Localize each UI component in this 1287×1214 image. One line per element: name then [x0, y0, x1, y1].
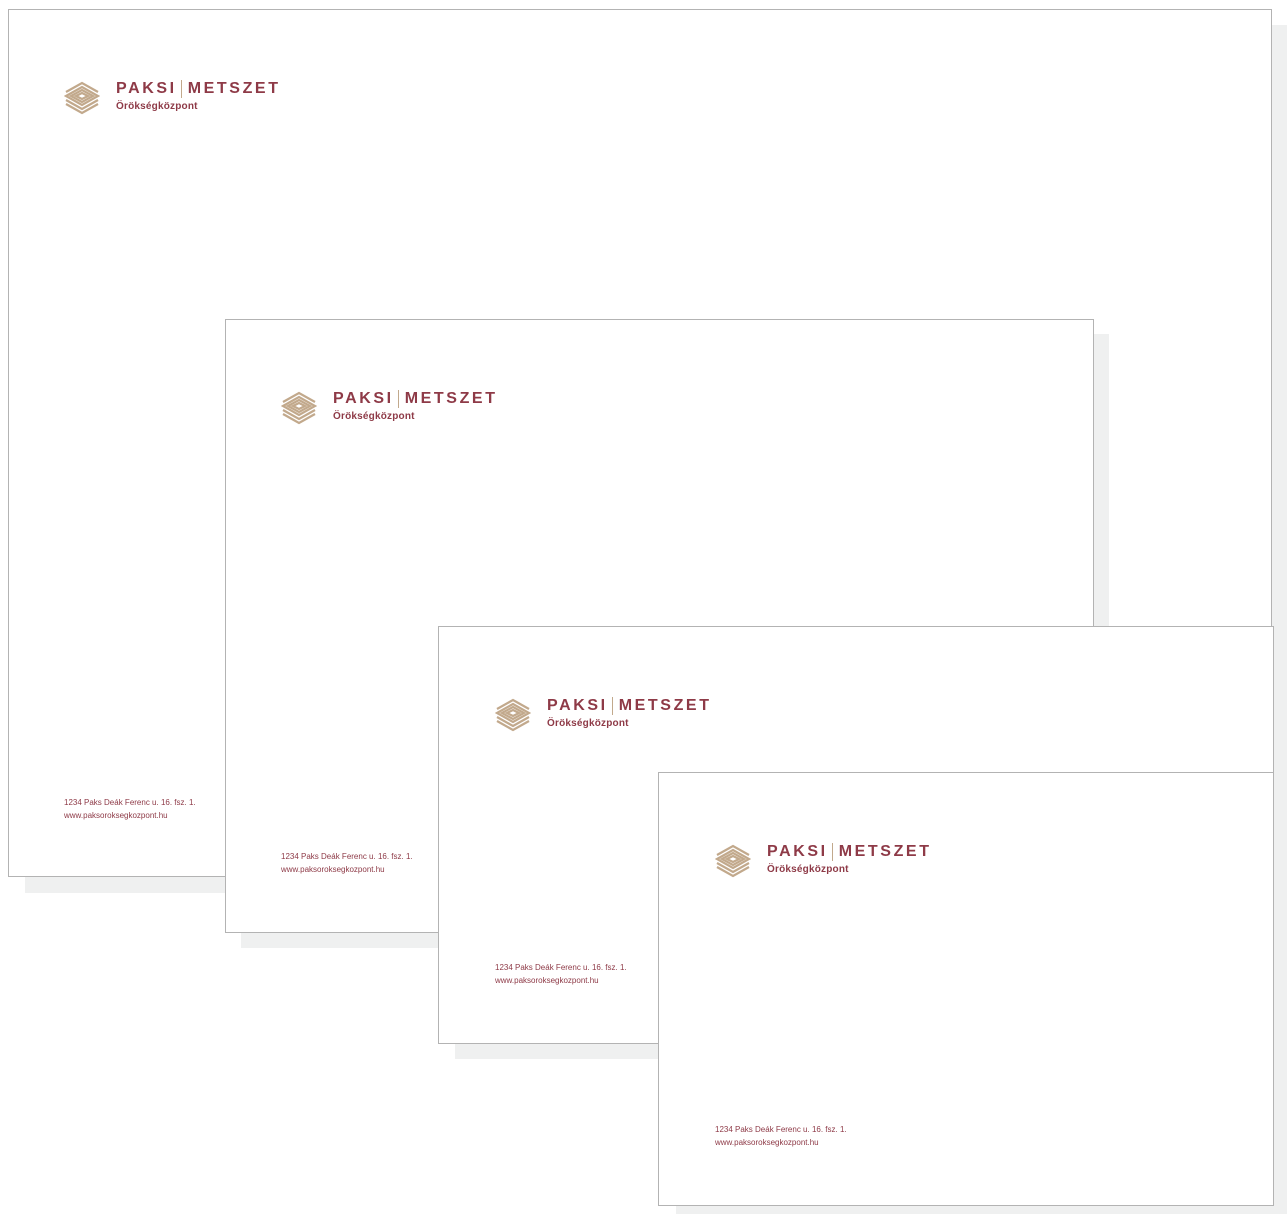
brand-name-left: PAKSI [333, 390, 394, 407]
contact-address: 1234 Paks Deák Ferenc u. 16. fsz. 1. [715, 1125, 847, 1134]
brand-logo: PAKSI METSZET Örökségközpont [64, 76, 281, 116]
brand-name-left: PAKSI [547, 697, 608, 714]
stacked-layers-icon [281, 391, 317, 425]
brand-name-left: PAKSI [116, 80, 177, 97]
stacked-layers-icon [715, 844, 751, 878]
contact-block: 1234 Paks Deák Ferenc u. 16. fsz. 1. www… [495, 961, 627, 987]
contact-address: 1234 Paks Deák Ferenc u. 16. fsz. 1. [64, 798, 196, 807]
brand-logo: PAKSI METSZET Örökségközpont [495, 693, 712, 733]
contact-website: www.paksoroksegkozpont.hu [495, 976, 599, 985]
brand-separator [611, 697, 613, 715]
brand-logo: PAKSI METSZET Örökségközpont [281, 386, 498, 426]
contact-block: 1234 Paks Deák Ferenc u. 16. fsz. 1. www… [715, 1123, 847, 1149]
brand-subtitle: Örökségközpont [116, 101, 198, 112]
brand-name-right: METSZET [618, 697, 712, 714]
brand-name-right: METSZET [838, 843, 932, 860]
contact-website: www.paksoroksegkozpont.hu [715, 1138, 819, 1147]
contact-website: www.paksoroksegkozpont.hu [64, 811, 168, 820]
brand-name-left: PAKSI [767, 843, 828, 860]
brand-subtitle: Örökségközpont [767, 864, 849, 875]
contact-website: www.paksoroksegkozpont.hu [281, 865, 385, 874]
brand-separator [397, 390, 399, 408]
brand-name-right: METSZET [187, 80, 281, 97]
brand-subtitle: Örökségközpont [333, 411, 415, 422]
contact-block: 1234 Paks Deák Ferenc u. 16. fsz. 1. www… [281, 850, 413, 876]
brand-subtitle: Örökségközpont [547, 718, 629, 729]
contact-address: 1234 Paks Deák Ferenc u. 16. fsz. 1. [281, 852, 413, 861]
envelope-small-card: PAKSI METSZET Örökségközpont 1234 Paks D… [658, 772, 1274, 1206]
brand-separator [831, 843, 833, 861]
stacked-layers-icon [495, 698, 531, 732]
brand-separator [180, 80, 182, 98]
contact-address: 1234 Paks Deák Ferenc u. 16. fsz. 1. [495, 963, 627, 972]
brand-logo: PAKSI METSZET Örökségközpont [715, 839, 932, 879]
stacked-layers-icon [64, 81, 100, 115]
brand-name-right: METSZET [404, 390, 498, 407]
contact-block: 1234 Paks Deák Ferenc u. 16. fsz. 1. www… [64, 796, 196, 822]
